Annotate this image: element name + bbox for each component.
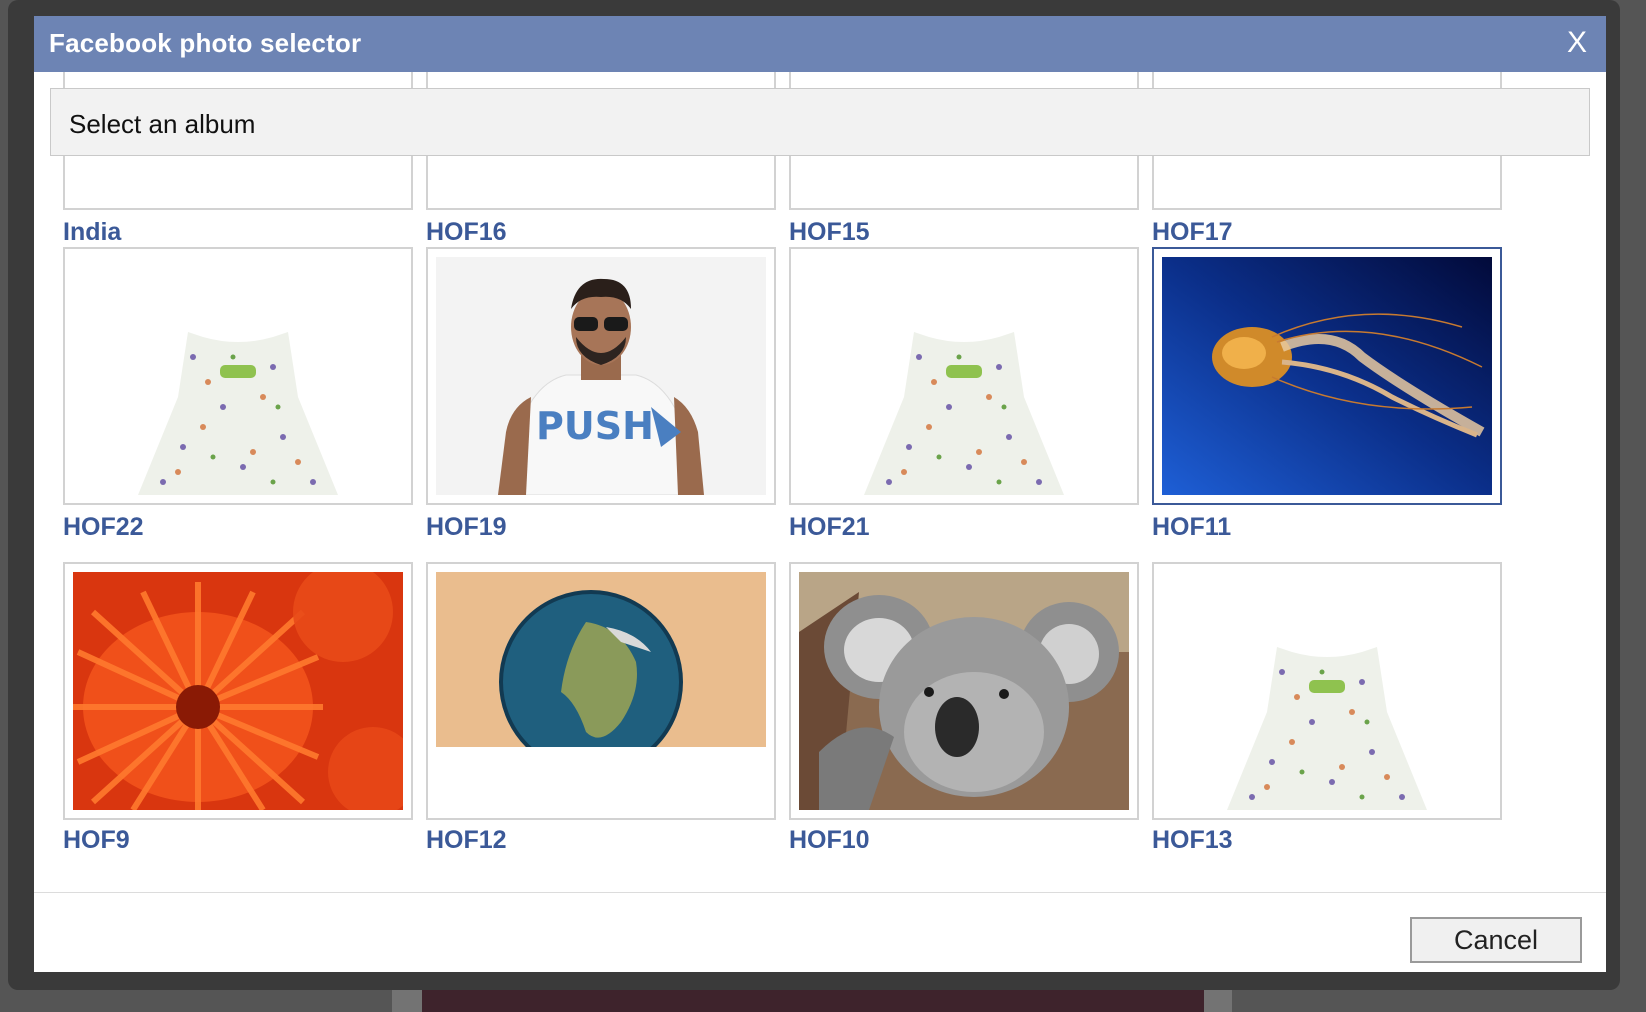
- cancel-button[interactable]: Cancel: [1410, 917, 1582, 963]
- album-thumbnail: [789, 247, 1139, 505]
- album-thumbnail: PUSH: [426, 247, 776, 505]
- section-title: Select an album: [69, 109, 256, 139]
- album-thumbnail: [63, 562, 413, 820]
- album-label: HOF19: [426, 513, 507, 541]
- album-grid: India HOF16 HOF15 HOF17 HOF22 PUSH HOF19…: [34, 72, 1606, 892]
- dialog-frame: Facebook photo selector X Select an albu…: [8, 0, 1620, 990]
- koala-icon: [799, 572, 1129, 810]
- svg-text:PUSH: PUSH: [536, 404, 654, 448]
- dress-icon: [1162, 572, 1492, 810]
- globe-icon: [436, 572, 766, 810]
- dress-icon: [799, 257, 1129, 495]
- album-thumbnail: [789, 562, 1139, 820]
- dialog-title: Facebook photo selector: [49, 28, 362, 58]
- section-header: Select an album: [50, 88, 1590, 156]
- album-label: HOF17: [1152, 218, 1233, 246]
- album-label: HOF12: [426, 826, 507, 854]
- album-label: HOF16: [426, 218, 507, 246]
- album-thumbnail: [1152, 562, 1502, 820]
- close-button[interactable]: X: [1562, 26, 1592, 60]
- jellyfish-icon: [1162, 257, 1492, 495]
- album-thumbnail: [1152, 247, 1502, 505]
- album-label: HOF15: [789, 218, 870, 246]
- man-portrait-icon: PUSH: [436, 257, 766, 495]
- album-label: HOF9: [63, 826, 130, 854]
- photo-selector-dialog: Facebook photo selector X Select an albu…: [34, 16, 1606, 972]
- flower-icon: [73, 572, 403, 810]
- album-label: HOF22: [63, 513, 144, 541]
- album-label: HOF10: [789, 826, 870, 854]
- album-list[interactable]: Select an album India HOF16 HOF15 HOF17 …: [34, 72, 1606, 892]
- album-label: India: [63, 218, 122, 246]
- album-label: HOF13: [1152, 826, 1233, 854]
- album-label: HOF11: [1152, 513, 1232, 541]
- dialog-titlebar: Facebook photo selector X: [34, 16, 1606, 72]
- album-label: HOF21: [789, 513, 870, 541]
- dialog-footer: Cancel: [34, 892, 1606, 972]
- album-thumbnail: [426, 562, 776, 820]
- album-thumbnail: [63, 247, 413, 505]
- dress-icon: [73, 257, 403, 495]
